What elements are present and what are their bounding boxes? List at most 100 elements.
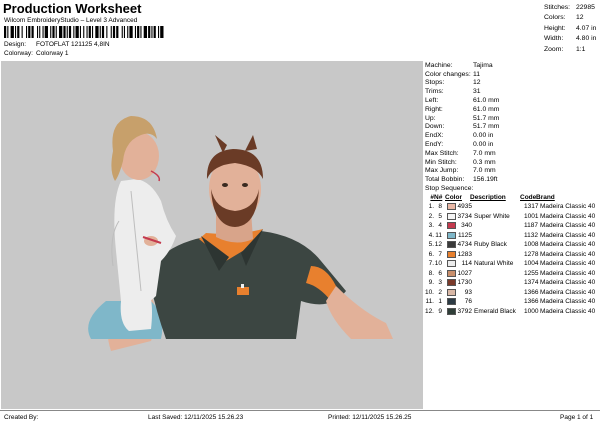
machine-setting-row: Down: 51.7 mm: [424, 123, 600, 132]
colors-label: Colors:: [544, 14, 566, 22]
setting-value: 12: [473, 79, 481, 87]
setting-value: 0.00 in: [473, 132, 494, 140]
machine-setting-row: Total Bobbin: 156.19ft: [424, 175, 600, 184]
stop-number: 11.: [425, 298, 434, 306]
thread-code: 1004: [524, 260, 539, 268]
last-saved: Last Saved: 12/11/2025 15.26.23: [148, 414, 244, 421]
design-value: FOTOFLAT 121125 4,8IN: [36, 41, 110, 48]
setting-value: 0.00 in: [473, 141, 494, 149]
machine-setting-row: EndY: 0.00 in: [424, 140, 600, 149]
needle-number: 1: [438, 298, 442, 306]
height-value: 4.07 in: [576, 24, 597, 32]
header-description: Description: [470, 194, 506, 202]
thread-brand: Madeira Classic 40: [540, 288, 596, 296]
thread-brand: Madeira Classic 40: [540, 231, 596, 239]
color-code: 4734: [457, 241, 472, 249]
thread-brand: Madeira Classic 40: [540, 298, 596, 306]
setting-value: 11: [473, 70, 481, 78]
machine-setting-row: Stops: 12: [424, 79, 600, 88]
thread-brand: Madeira Classic 40: [540, 250, 596, 258]
needle-number: 8: [438, 203, 442, 211]
needle-number: 5: [438, 212, 442, 220]
stop-row: 5. 12 4734 Ruby Black 1008 Madeira Classic 40: [424, 240, 600, 250]
color-description: Natural White: [474, 260, 514, 268]
color-swatch: [447, 279, 456, 287]
thread-code: 1255: [524, 269, 539, 277]
colors-value: 12: [576, 14, 584, 22]
thread-code: 1132: [524, 231, 538, 239]
stop-number: 3.: [428, 222, 434, 230]
design-preview: [1, 61, 423, 409]
setting-label: Max Stitch:: [425, 149, 459, 157]
machine-setting-row: Up: 51.7 mm: [424, 114, 600, 123]
thread-code: 1366: [524, 288, 539, 296]
needle-number: 11: [435, 231, 442, 239]
header-code: Code: [520, 194, 537, 202]
setting-label: Down:: [425, 123, 445, 131]
thread-brand: Madeira Classic 40: [540, 212, 596, 220]
setting-label: Max Jump:: [425, 167, 459, 175]
machine-setting-row: Max Stitch: 7.0 mm: [424, 149, 600, 158]
stop-row: 4. 11 1125 1132 Madeira Classic 40: [424, 231, 600, 241]
colorway-line: Colorway: Colorway 1: [4, 50, 69, 57]
stop-row: 9. 3 1730 1374 Madeira Classic 40: [424, 278, 600, 288]
stop-row: 1. 8 4935 1317 Madeira Classic 40: [424, 202, 600, 212]
setting-value: 156.19ft: [473, 176, 498, 184]
color-swatch: [447, 231, 456, 239]
setting-label: Trims:: [425, 88, 444, 96]
width-value: 4.80 in: [576, 35, 597, 43]
color-swatch: [447, 241, 456, 249]
stop-number: 9.: [428, 279, 434, 287]
stop-row: 3. 4 340 1187 Madeira Classic 40: [424, 221, 600, 231]
stop-number: 12.: [424, 307, 434, 315]
thread-code: 1317: [524, 203, 539, 211]
stop-row: 6. 7 1283 1278 Madeira Classic 40: [424, 250, 600, 260]
stop-sequence-title: Stop Sequence:: [425, 185, 474, 193]
color-swatch: [447, 250, 456, 258]
stop-row: 11. 1 76 1366 Madeira Classic 40: [424, 297, 600, 307]
stop-number: 4.: [428, 231, 434, 239]
header-color: Color: [445, 194, 462, 202]
stop-number: 8.: [428, 269, 434, 277]
stop-sequence-header: # N# Color Description Code Brand: [424, 193, 600, 202]
setting-value: 51.7 mm: [473, 114, 500, 122]
thread-brand: Madeira Classic 40: [540, 203, 596, 211]
stop-row: 7. 10 114 Natural White 1004 Madeira Classic …: [424, 259, 600, 269]
thread-code: 1008: [524, 241, 539, 249]
stitches-value: 22985: [576, 3, 595, 11]
color-description: Ruby Black: [474, 241, 507, 249]
stop-row: 8. 6 1027 1255 Madeira Classic 40: [424, 269, 600, 279]
color-code: 1730: [457, 279, 472, 287]
stop-number: 7.: [428, 260, 434, 268]
color-swatch: [447, 269, 456, 277]
color-swatch: [447, 288, 456, 296]
needle-number: 2: [438, 288, 442, 296]
color-code: 340: [461, 222, 472, 230]
stop-number: 2.: [428, 212, 434, 220]
needle-number: 6: [438, 269, 442, 277]
zoom-value: 1:1: [576, 45, 586, 53]
color-swatch: [447, 307, 456, 315]
stop-row: 12. 9 3792 Emerald Black 1000 Madeira Classic…: [424, 307, 600, 317]
color-code: 3792: [457, 307, 472, 315]
setting-value: 31: [473, 88, 481, 96]
stop-number: 6.: [428, 250, 434, 258]
needle-number: 10: [434, 260, 442, 268]
setting-label: Left:: [425, 97, 439, 105]
created-by: Created By:: [4, 414, 39, 421]
header-stop: #: [430, 194, 434, 202]
colorway-value: Colorway 1: [36, 50, 69, 57]
color-description: Emerald Black: [474, 307, 516, 315]
setting-label: Color changes:: [425, 70, 471, 78]
setting-label: Stops:: [425, 79, 445, 87]
setting-label: Min Stitch:: [425, 158, 457, 166]
setting-label: EndX:: [425, 132, 444, 140]
stop-number: 1.: [428, 203, 434, 211]
stop-row: 2. 5 3734 Super White 1001 Madeira Classic 40: [424, 212, 600, 222]
thread-brand: Madeira Classic 40: [540, 260, 596, 268]
embroidery-design-image: [88, 116, 393, 351]
setting-value: 61.0 mm: [473, 105, 500, 113]
setting-value: 61.0 mm: [473, 97, 500, 105]
machine-setting-row: Right: 61.0 mm: [424, 105, 600, 114]
setting-value: 7.0 mm: [473, 167, 496, 175]
